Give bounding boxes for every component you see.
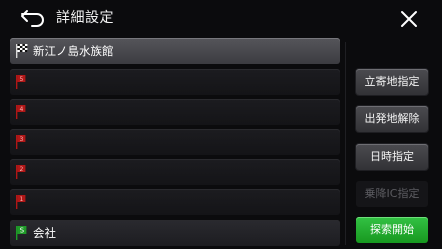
- route-item-label: 新江ノ島水族館: [33, 44, 114, 58]
- red-flag-icon: 4: [16, 105, 26, 119]
- checkered-flag-icon: [16, 44, 28, 58]
- flag-number: S: [20, 227, 25, 235]
- route-item-start[interactable]: S 会社: [10, 220, 340, 246]
- button-label: 出発地解除: [364, 112, 420, 125]
- flag-number: 3: [19, 136, 23, 143]
- title-bar: 詳細設定: [0, 0, 442, 36]
- release-origin-button[interactable]: 出発地解除: [356, 106, 428, 132]
- red-flag-icon: 2: [16, 165, 26, 179]
- set-datetime-button[interactable]: 日時指定: [356, 144, 428, 170]
- back-arrow-icon[interactable]: [20, 8, 46, 28]
- route-item-waypoint-2[interactable]: 2: [10, 159, 340, 185]
- route-item-destination[interactable]: 新江ノ島水族館: [10, 38, 340, 64]
- set-entry-ic-button: 乗降IC指定: [356, 181, 428, 207]
- route-item-waypoint-1[interactable]: 1: [10, 189, 340, 215]
- route-item-waypoint-4[interactable]: 4: [10, 99, 340, 125]
- divider: [345, 42, 346, 245]
- flag-number: 5: [19, 76, 23, 83]
- red-flag-icon: 1: [16, 195, 26, 209]
- button-label: 乗降IC指定: [364, 187, 420, 200]
- flag-number: 4: [19, 106, 23, 113]
- add-waypoint-button[interactable]: 立寄地指定: [356, 69, 428, 95]
- flag-number: 2: [19, 166, 23, 173]
- button-label: 探索開始: [370, 223, 414, 236]
- route-item-waypoint-5[interactable]: 5: [10, 69, 340, 95]
- start-flag-icon: S: [16, 226, 27, 240]
- close-icon[interactable]: [398, 9, 420, 29]
- route-item-label: 会社: [33, 226, 56, 240]
- red-flag-icon: 3: [16, 135, 26, 149]
- page-title: 詳細設定: [56, 10, 114, 26]
- red-flag-icon: 5: [16, 75, 26, 89]
- route-item-waypoint-3[interactable]: 3: [10, 129, 340, 155]
- button-label: 日時指定: [370, 150, 414, 163]
- flag-number: 1: [19, 196, 23, 203]
- start-search-button[interactable]: 探索開始: [356, 217, 428, 243]
- button-label: 立寄地指定: [364, 75, 420, 88]
